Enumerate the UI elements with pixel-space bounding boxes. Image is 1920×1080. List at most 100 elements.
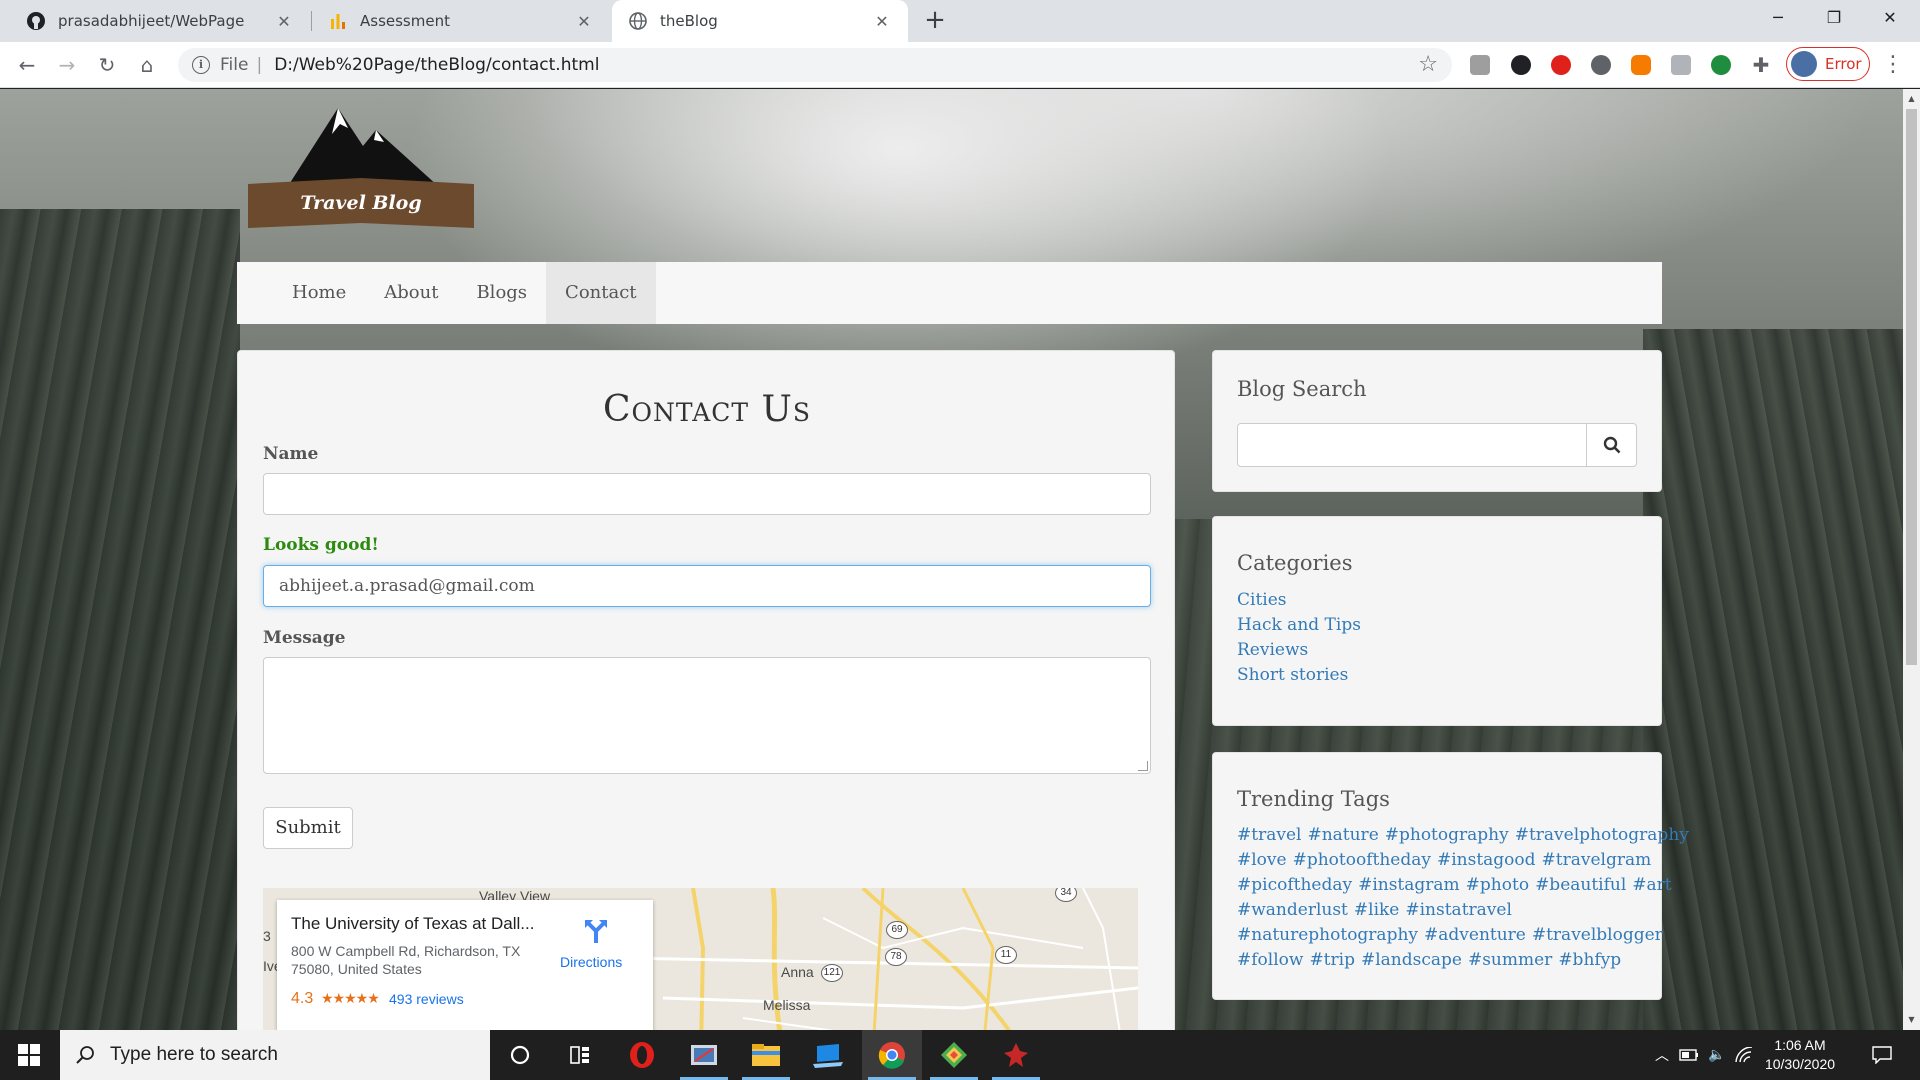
category-link[interactable]: Reviews	[1237, 638, 1361, 663]
opera-extension-icon[interactable]	[1551, 55, 1571, 75]
minimize-button[interactable]: ─	[1750, 0, 1806, 36]
reviews-link[interactable]: 493 reviews	[389, 991, 464, 1007]
directions-icon[interactable]	[583, 918, 609, 944]
profile-button[interactable]: Error	[1786, 47, 1870, 81]
tag-link[interactable]: #nature	[1307, 825, 1378, 845]
taskbar-clock[interactable]: 1:06 AM 10/30/2020	[1754, 1036, 1846, 1074]
search-button[interactable]	[1586, 423, 1637, 467]
tag-link[interactable]: #landscape	[1361, 950, 1462, 970]
address-url[interactable]: D:/Web%20Page/theBlog/contact.html	[274, 55, 599, 75]
tray-chevron-up-icon[interactable]: ︿	[1650, 1030, 1674, 1080]
taskbar-search[interactable]: Type here to search	[60, 1030, 490, 1080]
highway-shield: 11	[995, 946, 1017, 964]
page-scrollbar[interactable]: ▲ ▼	[1903, 89, 1920, 1030]
tag-link[interactable]: #photography	[1385, 825, 1509, 845]
taskbar-app-chrome[interactable]	[862, 1030, 922, 1080]
home-icon[interactable]: ⌂	[132, 50, 162, 80]
tag-link[interactable]: #instatravel	[1405, 900, 1512, 920]
tag-link[interactable]: #like	[1354, 900, 1399, 920]
close-icon[interactable]: ✕	[872, 12, 892, 31]
back-arrow-icon[interactable]: ←	[12, 50, 42, 80]
copy-extension-icon[interactable]	[1511, 55, 1531, 75]
tag-link[interactable]: #love	[1237, 850, 1287, 870]
category-link[interactable]: Cities	[1237, 588, 1361, 613]
tag-link[interactable]: #trip	[1309, 950, 1355, 970]
tag-link[interactable]: #photooftheday	[1293, 850, 1431, 870]
page-title: Contact Us	[603, 389, 811, 430]
tag-link[interactable]: #art	[1632, 875, 1671, 895]
close-window-button[interactable]: ✕	[1862, 0, 1918, 36]
circle-extension-icon[interactable]	[1591, 55, 1611, 75]
new-tab-button[interactable]: +	[920, 6, 950, 36]
close-icon[interactable]: ✕	[274, 12, 294, 31]
tab-assessment[interactable]: Assessment ✕	[312, 0, 610, 42]
tag-link[interactable]: #travelblogger	[1532, 925, 1663, 945]
site-navbar: Home About Blogs Contact	[237, 262, 1662, 324]
tag-link[interactable]: #instagram	[1358, 875, 1460, 895]
nav-contact[interactable]: Contact	[546, 262, 656, 324]
notification-icon[interactable]	[1862, 1030, 1902, 1080]
bookmark-star-icon[interactable]: ☆	[1418, 52, 1438, 77]
place-name[interactable]: The University of Texas at Dall...	[291, 914, 551, 934]
category-link[interactable]: Hack and Tips	[1237, 613, 1361, 638]
address-bar[interactable]: i File | D:/Web%20Page/theBlog/contact.h…	[178, 48, 1452, 82]
address-line: 800 W Campbell Rd, Richardson, TX	[291, 943, 521, 959]
resize-handle-icon[interactable]	[1138, 761, 1148, 771]
reload-icon[interactable]: ↻	[92, 50, 122, 80]
tag-link[interactable]: #instagood	[1437, 850, 1536, 870]
taskbar-app-laptop[interactable]	[798, 1030, 858, 1080]
taskbar-app-file-explorer[interactable]	[736, 1030, 796, 1080]
page-viewport: Travel Blog Home About Blogs Contact Con…	[0, 89, 1903, 1030]
close-icon[interactable]: ✕	[574, 12, 594, 31]
cortana-button[interactable]	[490, 1030, 550, 1080]
info-icon[interactable]: i	[192, 56, 210, 74]
nav-home[interactable]: Home	[273, 262, 365, 324]
tag-link[interactable]: #bhfyp	[1558, 950, 1621, 970]
tag-link[interactable]: #wanderlust	[1237, 900, 1348, 920]
scroll-down-arrow-icon[interactable]: ▼	[1903, 1012, 1920, 1028]
taskbar-app-git[interactable]	[924, 1030, 984, 1080]
tag-link[interactable]: #beautiful	[1535, 875, 1626, 895]
name-field[interactable]	[263, 473, 1151, 515]
task-view-button[interactable]	[550, 1030, 610, 1080]
taskbar-app-opera[interactable]	[612, 1030, 672, 1080]
embedded-map[interactable]: Valley View Anna Melissa 3 Ive 69 78 121…	[263, 888, 1138, 1030]
translate-extension-icon[interactable]	[1671, 55, 1691, 75]
scrollbar-thumb[interactable]	[1906, 109, 1917, 665]
volume-icon[interactable]: 🔈	[1704, 1030, 1730, 1080]
tag-link[interactable]: #adventure	[1424, 925, 1526, 945]
tag-link[interactable]: #travelgram	[1542, 850, 1652, 870]
restore-button[interactable]: ❐	[1806, 0, 1862, 36]
green-extension-icon[interactable]	[1711, 55, 1731, 75]
forward-arrow-icon[interactable]: →	[52, 50, 82, 80]
wifi-icon[interactable]	[1732, 1030, 1756, 1080]
scroll-up-arrow-icon[interactable]: ▲	[1903, 91, 1920, 107]
start-button[interactable]	[0, 1030, 58, 1080]
tag-link[interactable]: #travelphotography	[1515, 825, 1689, 845]
menu-dots-icon[interactable]: ⋮	[1882, 52, 1904, 77]
blog-search-input[interactable]	[1237, 423, 1587, 467]
email-field[interactable]: abhijeet.a.prasad@gmail.com	[263, 565, 1151, 607]
message-textarea[interactable]	[263, 657, 1151, 774]
tab-theblog[interactable]: theBlog ✕	[612, 0, 908, 42]
nav-blogs[interactable]: Blogs	[457, 262, 546, 324]
directions-link[interactable]: Directions	[560, 954, 622, 970]
tag-link[interactable]: #summer	[1468, 950, 1552, 970]
tag-link[interactable]: #naturephotography	[1237, 925, 1418, 945]
pdf-extension-icon[interactable]	[1470, 55, 1490, 75]
battery-icon[interactable]	[1676, 1030, 1702, 1080]
puzzle-extensions-icon[interactable]: ✚	[1751, 55, 1771, 75]
tab-title: Assessment	[360, 12, 450, 30]
site-logo[interactable]: Travel Blog	[248, 94, 476, 234]
submit-button[interactable]: Submit	[263, 807, 353, 849]
orange-extension-icon[interactable]	[1631, 55, 1651, 75]
nav-about[interactable]: About	[365, 262, 457, 324]
taskbar-app-red[interactable]	[986, 1030, 1046, 1080]
tag-link[interactable]: #travel	[1237, 825, 1301, 845]
category-link[interactable]: Short stories	[1237, 663, 1361, 688]
tag-link[interactable]: #follow	[1237, 950, 1303, 970]
tab-github[interactable]: prasadabhijeet/WebPage ✕	[10, 0, 310, 42]
tag-link[interactable]: #picoftheday	[1237, 875, 1352, 895]
taskbar-app-snipping[interactable]	[674, 1030, 734, 1080]
tag-link[interactable]: #photo	[1466, 875, 1529, 895]
